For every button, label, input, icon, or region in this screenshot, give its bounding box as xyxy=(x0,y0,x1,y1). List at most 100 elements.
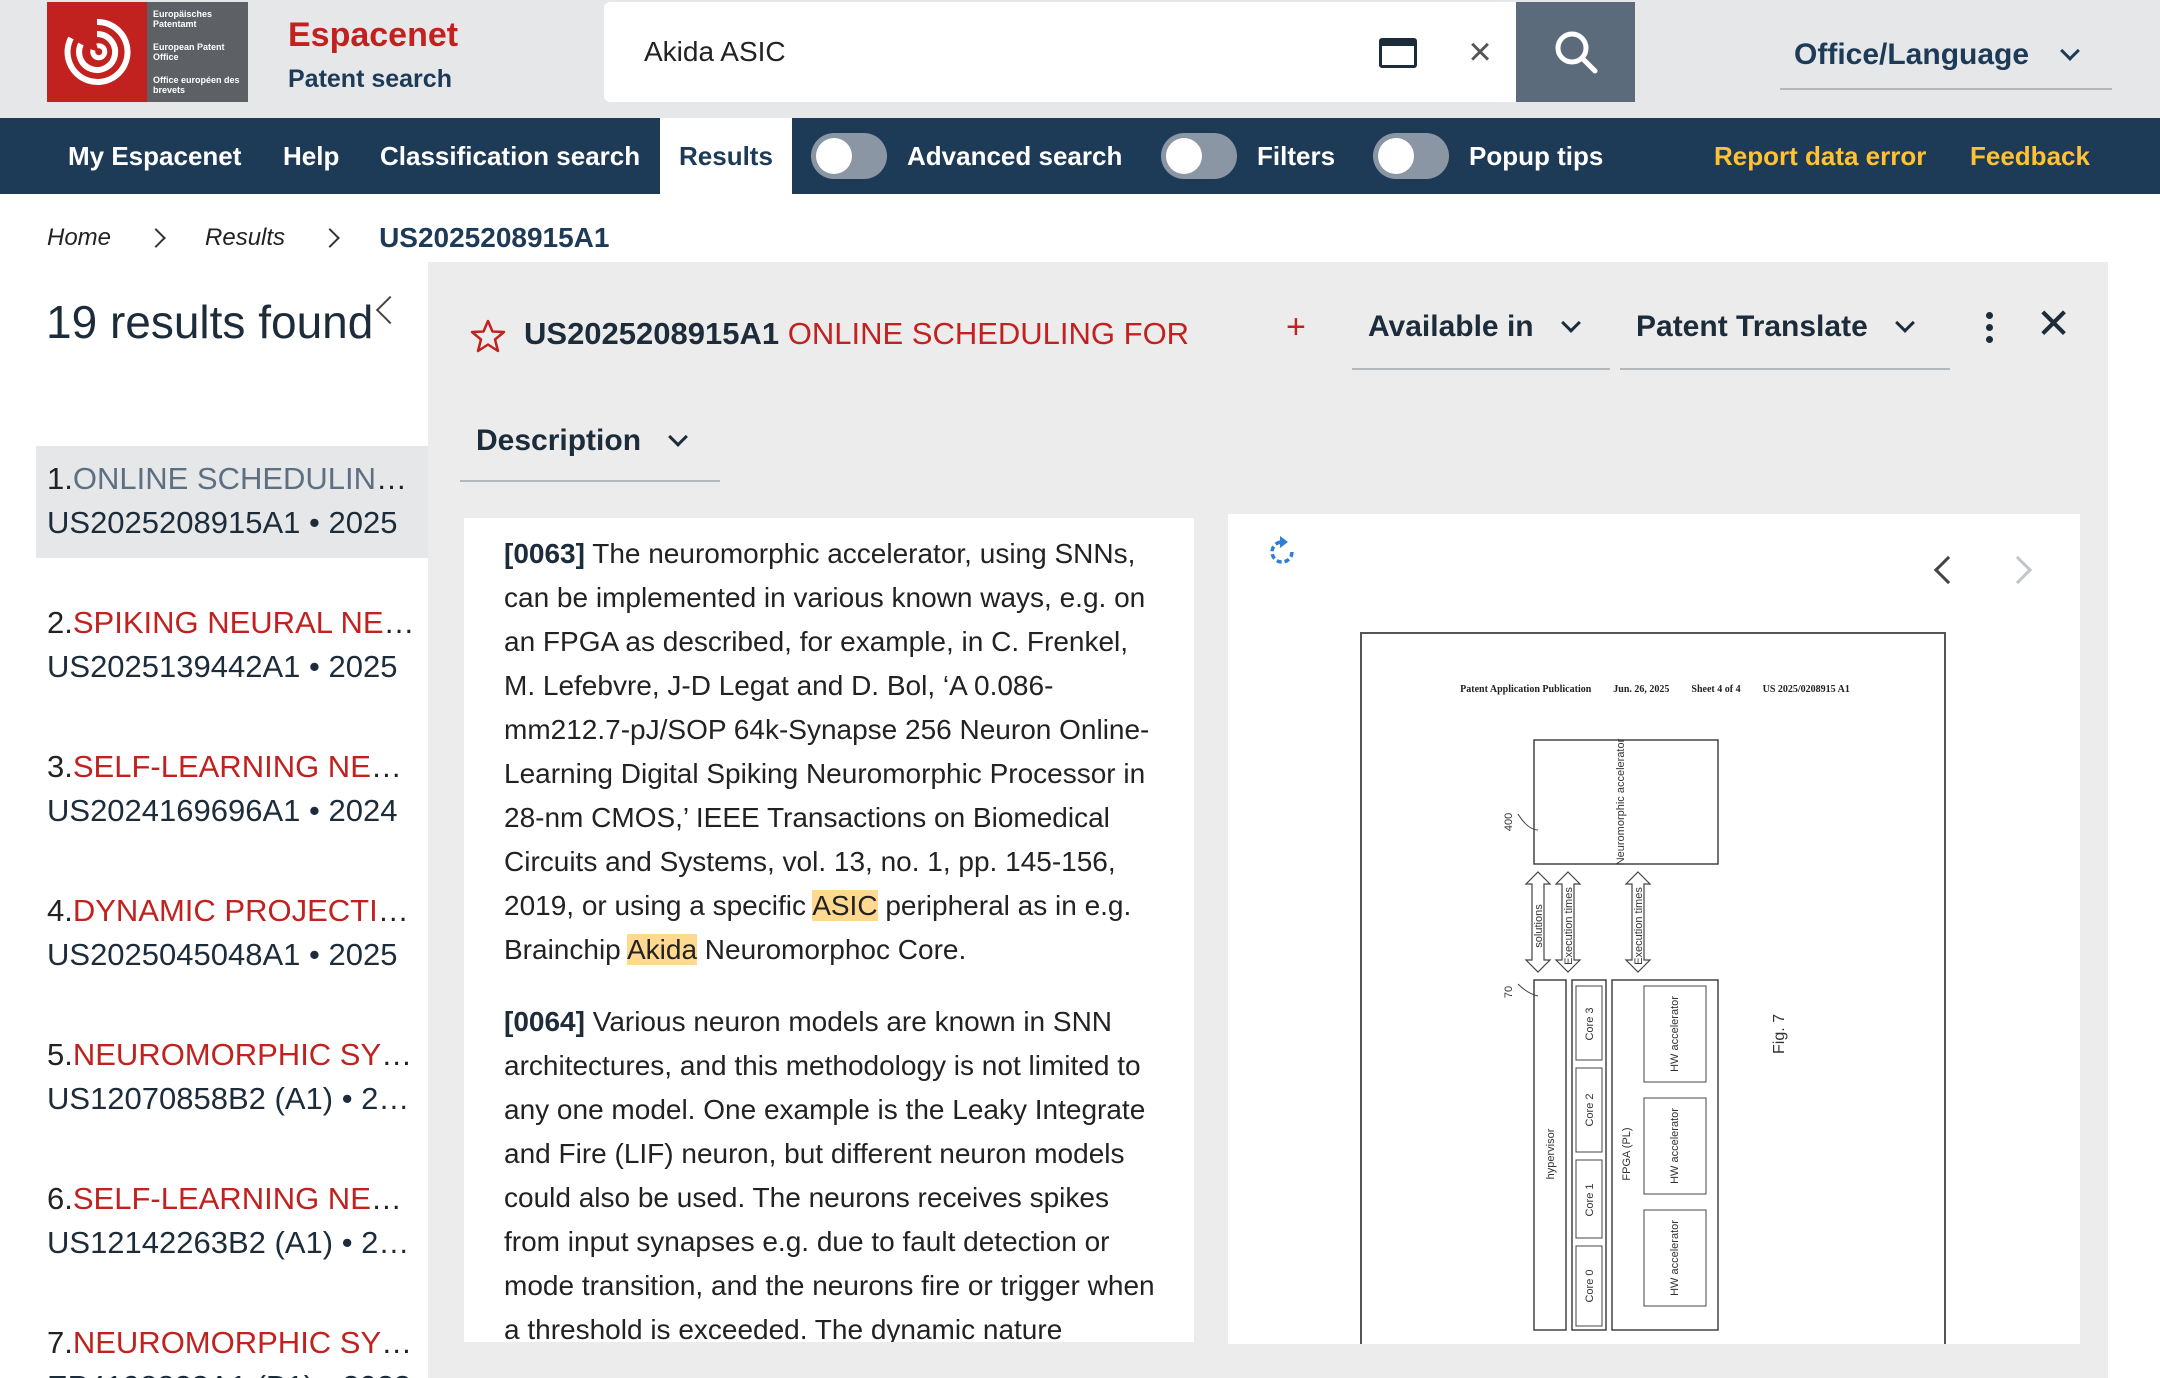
results-panel: 19 results found 1.ONLINE SCHEDULING FOR… xyxy=(0,262,428,1378)
nav-filters[interactable]: Filters xyxy=(1257,118,1335,194)
advanced-search-toggle[interactable] xyxy=(811,133,887,179)
patent-translate-label: Patent Translate xyxy=(1636,310,1868,343)
result-publication: US2024169696A1 • 2024 xyxy=(47,793,398,828)
result-item[interactable]: 1.ONLINE SCHEDULING FOR US2025208915A1 •… xyxy=(36,446,428,558)
clear-icon[interactable]: × xyxy=(1462,32,1498,72)
drawing-accel-label: Neuromorphic accelerator xyxy=(1615,738,1627,865)
main-nav: My Espacenet Help Classification search … xyxy=(0,118,2160,194)
detail-title: US2025208915A1 ONLINE SCHEDULING FOR xyxy=(524,316,1189,352)
logo-line-en: European Patent Office xyxy=(153,42,225,62)
patent-drawing: Patent Application Publication Jun. 26, … xyxy=(1360,632,1946,1344)
logo-line-de: Europäisches Patentamt xyxy=(153,9,213,29)
chevron-down-icon xyxy=(2060,41,2080,61)
search-box: × xyxy=(604,2,1516,102)
chevron-down-icon xyxy=(668,427,688,447)
result-num: 2. xyxy=(47,605,73,640)
epo-logo-mark-icon xyxy=(47,2,147,102)
header-bar: Europäisches Patentamt European Patent O… xyxy=(0,0,2160,118)
filters-toggle[interactable] xyxy=(1161,133,1237,179)
rotate-icon[interactable] xyxy=(1264,534,1300,570)
popup-tips-toggle[interactable] xyxy=(1373,133,1449,179)
result-publication: US12142263B2 (A1) • 2024 xyxy=(47,1225,422,1260)
drawing-hw-label: HW accelerator xyxy=(1669,1108,1681,1184)
office-language-dropdown[interactable]: Office/Language xyxy=(1780,22,2112,90)
search-highlight: Akida xyxy=(626,934,698,965)
feedback-link[interactable]: Feedback xyxy=(1970,118,2090,194)
epo-logo[interactable]: Europäisches Patentamt European Patent O… xyxy=(47,2,248,102)
detail-patent-number: US2025208915A1 xyxy=(524,316,780,351)
section-dropdown[interactable]: Description xyxy=(460,402,720,482)
result-title: NEUROMORPHIC SYSTEM xyxy=(72,1325,422,1360)
nav-help[interactable]: Help xyxy=(283,118,339,194)
result-num: 5. xyxy=(47,1037,73,1072)
paragraph: [0063] The neuromorphic accelerator, usi… xyxy=(504,532,1156,972)
search-input[interactable] xyxy=(644,30,1244,74)
breadcrumb: Home Results US2025208915A1 xyxy=(47,218,609,258)
result-num: 4. xyxy=(47,893,73,928)
description-text: [0063] The neuromorphic accelerator, usi… xyxy=(464,518,1194,1342)
more-options-icon[interactable] xyxy=(1986,312,1994,343)
result-publication: EP4198823A1 (B1) • 2023 xyxy=(47,1364,422,1378)
chevron-down-icon xyxy=(1894,313,1915,333)
result-title: SPIKING NEURAL NETWORK xyxy=(72,605,422,640)
drawing-solutions-label: solutions xyxy=(1533,904,1545,948)
result-item[interactable]: 3.SELF-LEARNING NEUROMORPHIC US202416969… xyxy=(36,734,428,846)
next-drawing-icon[interactable] xyxy=(2003,555,2033,585)
drawing-hw-label: HW accelerator xyxy=(1669,996,1681,1072)
result-item[interactable]: 6.SELF-LEARNING NEUROMORPHIC US12142263B… xyxy=(36,1166,428,1278)
drawing-fpga-label: FPGA (PL) xyxy=(1621,1127,1633,1180)
result-item[interactable]: 2.SPIKING NEURAL NETWORK US2025139442A1 … xyxy=(36,590,428,702)
nav-classification-search[interactable]: Classification search xyxy=(380,118,640,194)
add-to-list-button[interactable]: + xyxy=(1286,308,1306,347)
result-num: 6. xyxy=(47,1181,73,1216)
star-icon[interactable] xyxy=(470,318,506,354)
toggle-knob xyxy=(1378,138,1414,174)
brand[interactable]: Espacenet Patent search xyxy=(288,16,458,94)
paragraph-text: The neuromorphic accelerator, using SNNs… xyxy=(504,538,1150,921)
breadcrumb-results[interactable]: Results xyxy=(205,224,285,252)
paragraph-text: Neuromorphoc Core. xyxy=(697,934,967,965)
close-icon[interactable]: ✕ xyxy=(2036,302,2071,346)
search-icon xyxy=(1555,31,1597,74)
report-data-error-link[interactable]: Report data error xyxy=(1714,118,1926,194)
result-title: SELF-LEARNING NEUROMORPHIC xyxy=(72,1181,422,1216)
result-num: 7. xyxy=(47,1325,73,1360)
toggle-knob xyxy=(1166,138,1202,174)
keyboard-icon[interactable] xyxy=(1379,38,1417,68)
available-in-label: Available in xyxy=(1368,310,1534,343)
result-num: 3. xyxy=(47,749,73,784)
available-in-dropdown[interactable]: Available in xyxy=(1352,286,1610,370)
paragraph-number: [0064] xyxy=(504,1006,585,1037)
patent-translate-dropdown[interactable]: Patent Translate xyxy=(1620,286,1950,370)
chevron-right-icon xyxy=(146,228,166,248)
result-publication: US2025045048A1 • 2025 xyxy=(47,937,398,972)
section-label: Description xyxy=(476,424,642,457)
detail-patent-title: ONLINE SCHEDULING FOR xyxy=(787,316,1190,351)
drawing-ref-70: 70 xyxy=(1503,986,1515,998)
breadcrumb-home[interactable]: Home xyxy=(47,224,111,252)
nav-my-espacenet[interactable]: My Espacenet xyxy=(68,118,241,194)
brand-subtitle: Patent search xyxy=(288,65,452,93)
nav-results[interactable]: Results xyxy=(660,118,792,194)
drawing-hypervisor-label: hypervisor xyxy=(1545,1128,1557,1179)
brand-name: Espacenet xyxy=(288,16,459,54)
drawing-exec-label: Execution times xyxy=(1563,887,1575,965)
logo-line-fr: Office européen des brevets xyxy=(153,75,240,95)
office-language-label: Office/Language xyxy=(1794,38,2030,71)
search-button[interactable] xyxy=(1516,2,1635,102)
result-publication: US2025139442A1 • 2025 xyxy=(47,649,398,684)
result-item[interactable]: 4.DYNAMIC PROJECTION US2025045048A1 • 20… xyxy=(36,878,428,990)
drawing-core-label: Core 2 xyxy=(1584,1093,1596,1126)
paragraph-number: [0063] xyxy=(504,538,585,569)
detail-panel: US2025208915A1 ONLINE SCHEDULING FOR + A… xyxy=(428,262,2108,1378)
previous-drawing-icon[interactable] xyxy=(1933,555,1963,585)
breadcrumb-current: US2025208915A1 xyxy=(379,222,610,253)
nav-popup-tips[interactable]: Popup tips xyxy=(1469,118,1603,194)
paragraph-text: Various neuron models are known in SNN a… xyxy=(504,1006,1155,1342)
result-item[interactable]: 7.NEUROMORPHIC SYSTEM EP4198823A1 (B1) •… xyxy=(36,1310,428,1378)
epo-logo-names: Europäisches Patentamt European Patent O… xyxy=(147,2,248,102)
drawing-ref-400: 400 xyxy=(1503,813,1515,831)
result-publication: US2025208915A1 • 2025 xyxy=(47,505,398,540)
result-item[interactable]: 5.NEUROMORPHIC SYSTEM US12070858B2 (A1) … xyxy=(36,1022,428,1134)
nav-advanced-search[interactable]: Advanced search xyxy=(907,118,1122,194)
